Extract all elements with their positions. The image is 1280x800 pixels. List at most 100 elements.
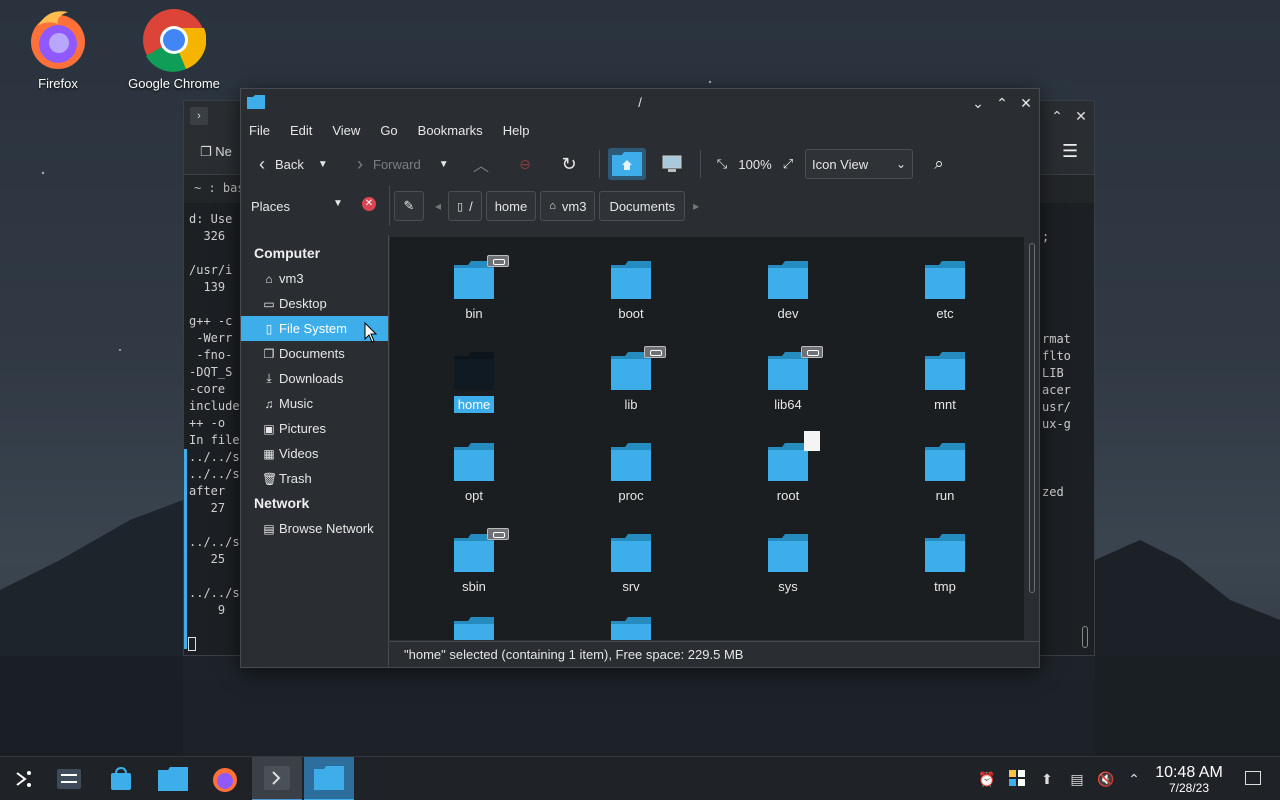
folder-item[interactable]: root xyxy=(738,431,838,504)
back-dropdown-icon[interactable]: ▼ xyxy=(318,159,328,170)
folder-item[interactable]: mnt xyxy=(895,352,995,413)
sidebar-item-downloads[interactable]: ⤓ Downloads xyxy=(241,366,388,391)
back-button[interactable]: ‹ Back ▼ xyxy=(249,148,339,180)
sidebar-item-trash[interactable]: 🗑 Trash xyxy=(241,466,388,491)
places-menu-icon[interactable]: ▼ xyxy=(333,198,343,209)
folder-item[interactable] xyxy=(581,617,681,640)
konsole-task[interactable] xyxy=(252,757,302,800)
sidebar-item-pictures[interactable]: ▣ Pictures xyxy=(241,416,388,441)
folder-item[interactable] xyxy=(424,617,524,640)
crumb-scroll-right-icon[interactable]: ▸ xyxy=(689,199,703,213)
close-panel-icon[interactable]: ✕ xyxy=(362,197,376,211)
notifications-icon[interactable]: ⏰ xyxy=(977,769,997,789)
folder-label: proc xyxy=(618,488,644,503)
clock[interactable]: 10:48 AM 7/28/23 xyxy=(1148,764,1230,795)
sidebar-item-videos[interactable]: ▦ Videos xyxy=(241,441,388,466)
maximize-icon[interactable]: ⌃ xyxy=(993,94,1011,112)
toolbar-separator xyxy=(599,150,600,178)
icon-view-button[interactable] xyxy=(608,148,646,180)
firefox-task[interactable] xyxy=(200,757,250,800)
folder-item[interactable]: bin xyxy=(424,255,524,322)
window-titlebar[interactable]: / ⌄ ⌃ ✕ xyxy=(241,89,1039,117)
minimize-icon[interactable]: ⌄ xyxy=(969,94,987,112)
forward-button[interactable]: › Forward ▼ xyxy=(347,148,459,180)
stop-icon[interactable]: ⊖ xyxy=(503,148,547,180)
system-settings-task[interactable] xyxy=(44,757,94,800)
close-icon[interactable]: ✕ xyxy=(1072,107,1090,125)
sidebar-item-vm3[interactable]: ⌂ vm3 xyxy=(241,266,388,291)
scrollbar-thumb[interactable] xyxy=(1029,243,1035,593)
folder-item[interactable]: lib64 xyxy=(738,346,838,413)
close-icon[interactable]: ✕ xyxy=(1017,94,1035,112)
menubar: File Edit View Go Bookmarks Help xyxy=(241,117,1039,143)
new-tab-button[interactable]: ❐ Ne xyxy=(200,144,232,160)
folder-item[interactable]: tmp xyxy=(895,534,995,595)
terminal-panel-button[interactable] xyxy=(652,148,692,180)
zoom-level[interactable]: 100% xyxy=(735,148,775,180)
show-desktop-icon[interactable] xyxy=(1245,771,1261,785)
folder-item[interactable]: dev xyxy=(738,261,838,322)
menu-bookmarks[interactable]: Bookmarks xyxy=(410,123,493,138)
breadcrumb-home[interactable]: home xyxy=(485,191,537,221)
sidebar-item-documents[interactable]: ❐ Documents xyxy=(241,341,388,366)
menu-edit[interactable]: Edit xyxy=(282,123,322,138)
discover-task[interactable] xyxy=(96,757,146,800)
dolphin-task[interactable] xyxy=(304,757,354,800)
terminal-output-right[interactable]: ; rmat flto LIB acer usr/ ux-g zed xyxy=(1042,229,1071,501)
menu-go[interactable]: Go xyxy=(372,123,407,138)
desktop-icon-chrome[interactable]: Google Chrome xyxy=(124,8,224,91)
zoom-out-icon[interactable]: ⤡ xyxy=(709,148,735,180)
zoom-in-icon[interactable]: ⤢ xyxy=(775,148,801,180)
vertical-scrollbar[interactable] xyxy=(1024,237,1039,640)
folder-item[interactable]: etc xyxy=(895,261,995,322)
forward-dropdown-icon[interactable]: ▼ xyxy=(439,159,449,170)
menu-help[interactable]: Help xyxy=(495,123,540,138)
sidebar-item-desktop[interactable]: ▭ Desktop xyxy=(241,291,388,316)
show-hidden-icons-icon[interactable]: ⌃ xyxy=(1124,769,1144,789)
sidebar-item-label: Music xyxy=(279,396,313,411)
edit-location-button[interactable]: ✎ xyxy=(394,191,424,221)
settings-icon xyxy=(57,769,81,789)
chevron-left-icon: ‹ xyxy=(259,153,265,174)
volume-muted-icon[interactable]: 🔇 xyxy=(1096,769,1116,789)
folder-item[interactable]: sys xyxy=(738,534,838,595)
reload-icon[interactable]: ↻ xyxy=(547,148,591,180)
desktop-icon-firefox[interactable]: Firefox xyxy=(8,8,108,91)
location-row: Places ▼ ✕ ✎ ◂ ▯ / home ⌂ vm3 Documents … xyxy=(241,185,1039,227)
terminal-output-left[interactable]: d: Use 326 /usr/i 139 g++ -c -Werr -fno-… xyxy=(189,211,240,619)
application-launcher[interactable] xyxy=(0,757,50,800)
menu-view[interactable]: View xyxy=(324,123,370,138)
places-label: Places xyxy=(251,198,291,214)
folder-item[interactable]: boot xyxy=(581,261,681,322)
folder-item[interactable]: home xyxy=(424,352,524,413)
menu-file[interactable]: File xyxy=(249,123,280,138)
file-view[interactable]: bin boot dev etc home lib lib64 mnt opt proc root r… xyxy=(390,237,1024,640)
folder-item[interactable]: srv xyxy=(581,534,681,595)
folder-icon xyxy=(925,443,965,481)
symlink-badge-icon xyxy=(487,528,509,540)
clipboard-manager-icon[interactable]: ▤ xyxy=(1067,769,1087,789)
folder-item[interactable]: opt xyxy=(424,443,524,504)
breadcrumb-root[interactable]: ▯ / xyxy=(448,191,482,221)
view-mode-select[interactable]: Icon View ⌄ xyxy=(805,149,913,179)
breadcrumb-vm3[interactable]: ⌂ vm3 xyxy=(540,191,596,221)
breadcrumb-documents[interactable]: Documents xyxy=(599,191,686,221)
hamburger-menu-icon[interactable]: ☰ xyxy=(1062,141,1078,162)
dolphin-window[interactable]: / ⌄ ⌃ ✕ File Edit View Go Bookmarks Help… xyxy=(240,88,1040,668)
main-toolbar: ‹ Back ▼ › Forward ▼ ︿ ⊖ ↻ ⤡ 100% ⤢ Icon… xyxy=(241,143,1039,185)
terminal-scrollbar[interactable] xyxy=(1082,626,1088,648)
crumb-scroll-left-icon[interactable]: ◂ xyxy=(428,199,448,213)
clipboard-icon[interactable] xyxy=(1007,769,1027,789)
dolphin-launcher[interactable] xyxy=(148,757,198,800)
maximize-icon[interactable]: ⌃ xyxy=(1048,107,1066,125)
folder-item[interactable]: lib xyxy=(581,346,681,413)
folder-item[interactable]: sbin xyxy=(424,528,524,595)
updates-icon[interactable]: ⬆ xyxy=(1037,769,1057,789)
folder-item[interactable]: run xyxy=(895,443,995,504)
search-icon[interactable]: ⌕ xyxy=(919,148,959,180)
sidebar-item-music[interactable]: ♫ Music xyxy=(241,391,388,416)
folder-item[interactable]: proc xyxy=(581,443,681,504)
sidebar-item-browse-network[interactable]: ▤ Browse Network xyxy=(241,516,388,541)
up-icon[interactable]: ︿ xyxy=(459,148,503,180)
folder-label: run xyxy=(935,488,955,503)
